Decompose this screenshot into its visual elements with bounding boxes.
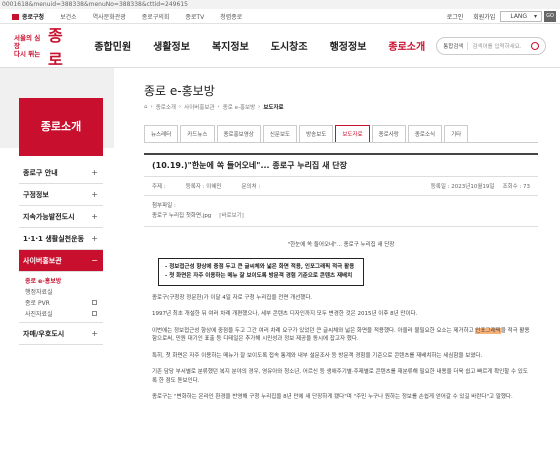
main-nav: 종합민원 생활정보 복지정보 도시창조 행정정보 종로소개 (83, 38, 436, 53)
article-paragraph: 특히, 첫 화면은 자주 이용하는 메뉴가 잘 보이도록 접속 통계와 내부 설… (152, 352, 483, 359)
home-icon[interactable]: ⌂ (144, 104, 148, 110)
sidebar-sub-admin-data[interactable]: 행정자료실 (25, 286, 103, 297)
tab-cardnews[interactable]: 카드뉴스 (180, 125, 215, 142)
sidebar-item-guide[interactable]: 종로구 안내 + (19, 162, 103, 184)
external-link-icon (92, 300, 97, 305)
site-link-tv[interactable]: 종로TV (177, 12, 212, 21)
tab-newsletter[interactable]: 뉴스레터 (144, 125, 179, 142)
tab-broadcast[interactable]: 방송보도 (299, 125, 334, 142)
tab-newspaper[interactable]: 신문보도 (262, 125, 298, 142)
sidebar-sub-pvr[interactable]: 종로 PVR (25, 297, 103, 308)
sidebar-item-info[interactable]: 구정정보 + (19, 184, 103, 206)
minus-icon: − (91, 256, 98, 265)
sidebar-item-cyber[interactable]: 사이버홍보관 − (19, 250, 103, 272)
sidebar-title: 종로소개 (19, 98, 103, 156)
site-logo[interactable]: 서울의 심장 다시 뛰는 종로 (14, 22, 77, 70)
gnb-welfare[interactable]: 복지정보 (201, 38, 260, 53)
header: 서울의 심장 다시 뛰는 종로 종합민원 생활정보 복지정보 도시창조 행정정보… (0, 22, 560, 70)
home-icon (12, 14, 19, 20)
plus-icon: + (91, 234, 98, 243)
lang-go-button[interactable]: GO (544, 10, 556, 22)
tab-love[interactable]: 종로사랑 (371, 125, 406, 142)
breadcrumb-item[interactable]: 종로 e-홍보방 (223, 103, 255, 111)
article-paragraph: 종로구는 "변화하는 온라인 환경을 반영해 구청 누리집을 8년 만에 새 단… (152, 394, 513, 400)
post-topic: 주제 : (152, 184, 166, 190)
plus-icon: + (91, 168, 98, 177)
sidebar-item-sustainable[interactable]: 지속가능발전도시 + (19, 206, 103, 228)
article-paragraph: 이번에는 정보접근성 향상에 중점을 두고 그간 여러 차례 요구가 있었던 큰… (152, 327, 530, 342)
article-body: "한눈에 쏙 들어오네"... 종로구 누리집 새 단장 - 정보접근성 향상에… (144, 227, 538, 402)
plus-icon: + (91, 329, 98, 338)
post-views: 조회수 : 73 (502, 184, 530, 190)
breadcrumb-item[interactable]: 사이버홍보관 (184, 103, 214, 111)
site-link-jongno[interactable]: 종로구청 (4, 12, 52, 21)
sidebar-submenu: 종로 e-홍보방 행정자료실 종로 PVR 사진자료실 (19, 272, 103, 323)
category-tabs: 뉴스레터 카드뉴스 종로홍보영상 신문보도 방송보도 보도자료 종로사랑 종로소… (144, 125, 538, 143)
site-link-integrity[interactable]: 청렴종로 (212, 12, 250, 21)
article-paragraph: 기존 담당 부서별로 분류했던 복지 분야의 경우, 영유아와 청소년, 어르신… (152, 369, 528, 384)
top-utility-bar: 종로구청 보건소 역사문화관광 종로구의회 종로TV 청렴종로 로그인 회원가입… (0, 9, 560, 24)
gnb-admin[interactable]: 행정정보 (319, 38, 378, 53)
lang-select[interactable]: LANG ▾ (500, 10, 542, 22)
sidebar-item-111[interactable]: 1·1·1 생활실천운동 + (19, 228, 103, 250)
site-link-council[interactable]: 종로구의회 (134, 12, 178, 21)
tab-press-release[interactable]: 보도자료 (335, 125, 370, 142)
preview-button[interactable]: [바로보기] (219, 213, 244, 219)
left-sidebar: 종로소개 종로구 안내 + 구정정보 + 지속가능발전도시 + 1·1·1 생활실천운… (0, 68, 114, 451)
breadcrumb-current: 보도자료 (263, 105, 284, 111)
article-paragraph: 종로구(구청장 정문헌)가 이달 4일 자로 구청 누리집을 전면 개선했다. (152, 294, 313, 301)
main-content: 종로 e-홍보방 ⌂ › 종로소개 › 사이버홍보관 › 종로 e-홍보방 › 보도자료… (114, 68, 560, 451)
logo-name: 종로 (48, 25, 63, 69)
highlighted-text: 인포그래픽 (475, 327, 501, 334)
attachment-label: 첨부파일 : (152, 203, 176, 209)
tab-video[interactable]: 종로홍보영상 (216, 125, 261, 142)
gnb-city[interactable]: 도시창조 (260, 38, 319, 53)
join-link[interactable]: 회원가입 (468, 12, 500, 21)
summary-box: - 정보접근성 향상에 중점 두고 큰 글씨체와 넓은 화면 적용, 인포그래픽… (158, 257, 364, 286)
post-author: 등록자 : 이혜민 (185, 184, 222, 190)
article-paragraph: 1997년 최초 개설한 뒤 여러 차례 개편했으나, 세부 콘텐츠 디자인까지… (152, 311, 418, 317)
sidebar-sub-ehongbo[interactable]: 종로 e-홍보방 (25, 275, 103, 286)
sidebar-item-sister[interactable]: 자매/우호도시 + (19, 323, 103, 345)
login-link[interactable]: 로그인 (442, 12, 469, 21)
logo-slogan-1: 서울의 심장 (14, 33, 41, 50)
tab-etc[interactable]: 기타 (444, 125, 469, 142)
attachment-file-link[interactable]: 종로구 누리집 첫화면.jpg (152, 213, 211, 219)
search-input[interactable]: 검색어를 입력하세요. (472, 42, 531, 50)
post-meta: 주제 : 등록자 : 이혜민 문의처 : 등록일 : 2023년10월19일 조… (144, 177, 538, 196)
tab-news[interactable]: 종로소식 (407, 125, 443, 142)
post-contact: 문의처 : (241, 184, 261, 190)
attachment-section: 첨부파일 : 종로구 누리집 첫화면.jpg [바로보기] (144, 196, 538, 227)
logo-slogan-2: 다시 뛰는 (14, 49, 41, 58)
address-bar[interactable]: 0001618&menuid=388338&menuNo=388338&ctti… (0, 0, 560, 9)
search-scope[interactable]: 통합검색 (443, 41, 469, 50)
breadcrumb: ⌂ › 종로소개 › 사이버홍보관 › 종로 e-홍보방 › 보도자료 (144, 103, 284, 111)
site-link-health[interactable]: 보건소 (52, 12, 85, 21)
external-link-icon (92, 311, 97, 316)
post-date: 등록일 : 2023년10월19일 (430, 184, 495, 190)
post-title: (10.19.)"한눈에 쏙 들어오네"... 종로구 누리집 새 단장 (144, 153, 538, 177)
plus-icon: + (91, 212, 98, 221)
page-title: 종로 e-홍보방 (144, 84, 215, 98)
search-icon[interactable] (531, 41, 539, 50)
gnb-life[interactable]: 생활정보 (142, 38, 201, 53)
plus-icon: + (91, 190, 98, 199)
breadcrumb-item[interactable]: 종로소개 (156, 103, 176, 111)
site-link-tourism[interactable]: 역사문화관광 (85, 12, 134, 21)
gnb-civil[interactable]: 종합민원 (83, 38, 142, 53)
article-subtitle: "한눈에 쏙 들어오네"... 종로구 누리집 새 단장 (287, 242, 395, 248)
gnb-intro[interactable]: 종로소개 (377, 38, 436, 53)
sidebar-sub-photo[interactable]: 사진자료실 (25, 308, 103, 319)
search-bar[interactable]: 통합검색 검색어를 입력하세요. (436, 36, 546, 55)
